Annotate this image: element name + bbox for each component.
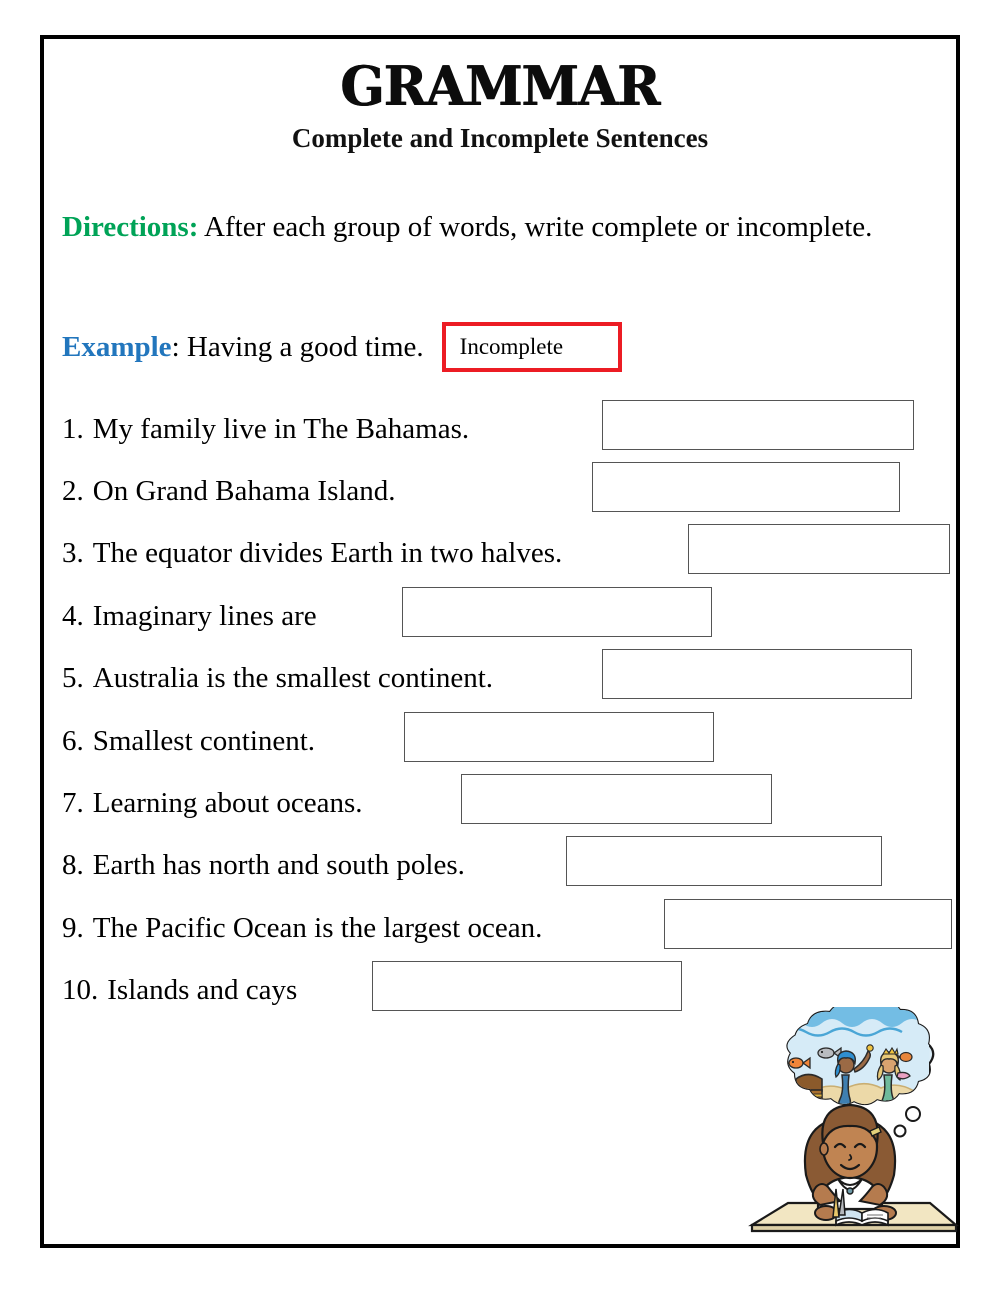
question-number: 9.: [62, 912, 84, 944]
question-number: 8.: [62, 849, 84, 881]
question-number: 5.: [62, 662, 84, 694]
girl-daydreaming-illustration: [734, 1007, 964, 1249]
answer-box[interactable]: [602, 400, 914, 450]
question-number: 3.: [62, 537, 84, 569]
question-text: My family live in The Bahamas.: [92, 413, 470, 445]
answer-box[interactable]: [664, 899, 952, 949]
question-text: Learning about oceans.: [92, 787, 363, 819]
question-text: The equator divides Earth in two halves.: [92, 537, 563, 569]
answer-box[interactable]: [688, 524, 950, 574]
girl-figure: [803, 1103, 897, 1221]
question-number: 1.: [62, 413, 84, 445]
worksheet-page: GRAMMAR Complete and Incomplete Sentence…: [40, 35, 960, 1248]
question-text: Smallest continent.: [92, 725, 316, 757]
treasure-chest-icon: [795, 1073, 823, 1104]
question-number: 4.: [62, 600, 84, 632]
question-text: Earth has north and south poles.: [92, 849, 465, 881]
answer-box[interactable]: [372, 961, 682, 1011]
answer-box[interactable]: [404, 712, 714, 762]
answer-box[interactable]: [602, 649, 912, 699]
question-number: 2.: [62, 475, 84, 507]
thought-dot-icon: [905, 1106, 921, 1122]
question-row: 8. Earth has north and south poles.: [62, 848, 465, 882]
thought-dot-icon: [893, 1124, 907, 1138]
question-row: 9. The Pacific Ocean is the largest ocean…: [62, 911, 542, 945]
question-row: 6. Smallest continent.: [62, 724, 315, 758]
answer-box[interactable]: [402, 587, 712, 637]
question-text: On Grand Bahama Island.: [92, 475, 396, 507]
question-row: 2. On Grand Bahama Island.: [62, 474, 396, 508]
question-text: The Pacific Ocean is the largest ocean.: [92, 912, 543, 944]
question-row: 3. The equator divides Earth in two halve…: [62, 536, 562, 570]
answer-box[interactable]: [461, 774, 772, 824]
question-row: 4. Imaginary lines are: [62, 599, 317, 633]
fish-icon: [788, 1056, 811, 1070]
question-row: 10. Islands and cays: [62, 973, 297, 1007]
answer-box[interactable]: [592, 462, 900, 512]
question-text: Imaginary lines are: [92, 600, 317, 632]
answer-box[interactable]: [566, 836, 882, 886]
question-number: 6.: [62, 725, 84, 757]
question-text: Australia is the smallest continent.: [92, 662, 494, 694]
question-number: 7.: [62, 787, 84, 819]
question-number: 10.: [62, 974, 99, 1006]
question-text: Islands and cays: [107, 974, 298, 1006]
question-row: 5. Australia is the smallest continent.: [62, 661, 493, 695]
question-row: 7. Learning about oceans.: [62, 786, 363, 820]
question-row: 1. My family live in The Bahamas.: [62, 412, 469, 446]
